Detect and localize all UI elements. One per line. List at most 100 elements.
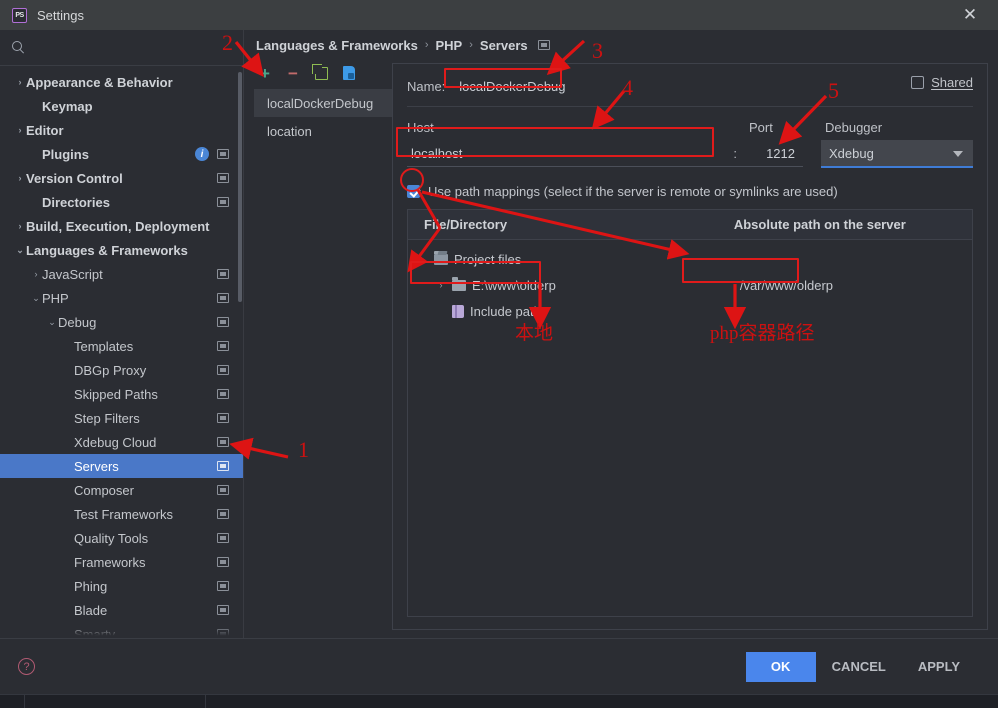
chevron-right-icon: › <box>30 198 42 207</box>
use-path-mappings-checkbox[interactable] <box>407 185 420 198</box>
sidebar-item-label: Version Control <box>26 170 123 186</box>
sidebar-item-version-control[interactable]: › Version Control <box>0 166 243 190</box>
path-mapping-row[interactable]: ⌄ Project files <box>408 246 972 272</box>
debugger-label: Debugger <box>825 120 883 135</box>
name-input[interactable]: localDockerDebug <box>455 77 569 96</box>
breadcrumb-part[interactable]: Servers <box>480 38 528 53</box>
sidebar-item-xdebug-cloud[interactable]: ›Xdebug Cloud <box>0 430 243 454</box>
sidebar-item-label: Languages & Frameworks <box>26 242 188 258</box>
sidebar-search-row[interactable] <box>0 30 243 66</box>
chevron-down-icon[interactable]: ⌄ <box>46 317 58 327</box>
help-icon[interactable]: ? <box>18 658 35 675</box>
chevron-right-icon: › <box>62 534 74 543</box>
project-scope-icon <box>217 485 229 495</box>
sidebar-item-label: Phing <box>74 578 108 594</box>
from-deployment-icon[interactable] <box>341 65 357 81</box>
folder-icon <box>452 276 466 291</box>
ok-button[interactable]: OK <box>745 651 816 682</box>
sidebar-item-languages-frameworks[interactable]: ⌄ Languages & Frameworks <box>0 238 243 262</box>
project-scope-icon <box>217 605 229 615</box>
project-scope-icon <box>217 149 229 159</box>
sidebar-item-skipped-paths[interactable]: ›Skipped Paths <box>0 382 243 406</box>
host-input-wrapper[interactable]: localhost : 1212 <box>407 141 803 167</box>
chevron-down-icon[interactable]: ⌄ <box>418 254 428 265</box>
sidebar-item-servers[interactable]: ›Servers <box>0 454 243 478</box>
sidebar-item-phing[interactable]: ›Phing <box>0 574 243 598</box>
copy-server-icon[interactable] <box>311 63 329 81</box>
path-mappings-table: File/Directory Absolute path on the serv… <box>407 209 973 617</box>
sidebar-item-debug[interactable]: ⌄ Debug <box>0 310 243 334</box>
form-divider <box>407 106 973 107</box>
sidebar-item-templates[interactable]: ›Templates <box>0 334 243 358</box>
sidebar-item-php[interactable]: ⌄ PHP <box>0 286 243 310</box>
chevron-right-icon[interactable]: › <box>436 280 446 290</box>
sidebar-item-label: Keymap <box>42 98 93 114</box>
sidebar-item-directories[interactable]: ›Directories <box>0 190 243 214</box>
chevron-down-icon[interactable]: ⌄ <box>30 293 42 303</box>
chevron-right-icon: › <box>62 414 74 423</box>
path-mappings-body: ⌄ Project files › E:\www\olderp/var/www/old… <box>408 240 972 616</box>
path-mapping-name: Include path <box>470 303 541 319</box>
add-server-icon[interactable]: + <box>257 65 273 82</box>
debugger-select[interactable]: Xdebug <box>821 140 973 168</box>
chevron-right-icon[interactable]: › <box>14 125 26 135</box>
breadcrumb-separator: › <box>424 39 429 51</box>
phpstorm-logo-icon: PS <box>12 7 27 23</box>
sidebar-item-appearance-behavior[interactable]: › Appearance & Behavior <box>0 70 243 94</box>
ide-background-statusbar <box>0 694 998 708</box>
sidebar-item-label: Xdebug Cloud <box>74 434 157 450</box>
project-scope-icon <box>217 413 229 423</box>
sidebar-item-quality-tools[interactable]: ›Quality Tools <box>0 526 243 550</box>
server-list-item[interactable]: localDockerDebug <box>254 89 392 117</box>
chevron-down-icon[interactable]: ⌄ <box>14 245 26 255</box>
project-scope-icon <box>217 317 229 327</box>
host-input[interactable]: localhost <box>407 146 733 161</box>
sidebar-item-dbgp-proxy[interactable]: ›DBGp Proxy <box>0 358 243 382</box>
project-scope-icon <box>217 581 229 591</box>
path-mapping-row[interactable]: › E:\www\olderp/var/www/olderp <box>408 272 972 298</box>
apply-button[interactable]: APPLY <box>902 652 976 682</box>
shared-checkbox-row[interactable]: Shared <box>911 75 973 90</box>
server-list-item[interactable]: location <box>254 117 392 145</box>
path-mapping-row[interactable]: Include path <box>408 298 972 324</box>
path-mapping-file-cell: › E:\www\olderp <box>408 276 724 293</box>
chevron-right-icon: › <box>62 606 74 615</box>
sidebar-item-step-filters[interactable]: ›Step Filters <box>0 406 243 430</box>
cancel-button[interactable]: CANCEL <box>816 652 902 682</box>
chevron-right-icon[interactable]: › <box>14 221 26 231</box>
port-input[interactable]: 1212 <box>745 146 803 161</box>
sidebar-item-javascript[interactable]: › JavaScript <box>0 262 243 286</box>
sidebar-item-frameworks[interactable]: ›Frameworks <box>0 550 243 574</box>
sidebar-item-keymap[interactable]: ›Keymap <box>0 94 243 118</box>
sidebar-item-plugins[interactable]: ›Plugins i <box>0 142 243 166</box>
sidebar-item-label: Step Filters <box>74 410 140 426</box>
breadcrumb-part[interactable]: Languages & Frameworks <box>256 38 418 53</box>
use-path-mappings-row[interactable]: Use path mappings (select if the server … <box>407 184 973 199</box>
chevron-right-icon[interactable]: › <box>14 173 26 183</box>
sidebar-item-blade[interactable]: ›Blade <box>0 598 243 622</box>
sidebar-item-composer[interactable]: ›Composer <box>0 478 243 502</box>
close-icon[interactable]: ✕ <box>952 0 988 30</box>
breadcrumb-part[interactable]: PHP <box>436 38 463 53</box>
sidebar-item-test-frameworks[interactable]: ›Test Frameworks <box>0 502 243 526</box>
dialog-title: Settings <box>37 7 84 23</box>
sidebar-item-editor[interactable]: › Editor <box>0 118 243 142</box>
chevron-right-icon[interactable]: › <box>14 77 26 87</box>
connection-inputs: localhost : 1212 Xdebug <box>407 140 973 168</box>
sidebar-item-label: Templates <box>74 338 134 354</box>
remove-server-icon[interactable]: − <box>285 65 301 82</box>
project-scope-icon <box>217 437 229 447</box>
search-input[interactable] <box>31 39 231 56</box>
chevron-down-icon <box>953 151 963 157</box>
path-mapping-server-path[interactable]: /var/www/olderp <box>724 278 972 293</box>
chevron-right-icon: › <box>62 438 74 447</box>
sidebar-item-smarty[interactable]: ›Smarty <box>0 622 243 638</box>
chevron-right-icon[interactable]: › <box>30 269 42 279</box>
sidebar-item-label: Build, Execution, Deployment <box>26 218 210 234</box>
servers-toolbar: + − <box>254 60 392 86</box>
project-scope-icon <box>217 533 229 543</box>
sidebar-item-build-execution-deployment[interactable]: › Build, Execution, Deployment <box>0 214 243 238</box>
shared-checkbox[interactable] <box>911 76 925 89</box>
host-port-colon: : <box>733 146 737 161</box>
debugger-select-value: Xdebug <box>829 145 874 161</box>
